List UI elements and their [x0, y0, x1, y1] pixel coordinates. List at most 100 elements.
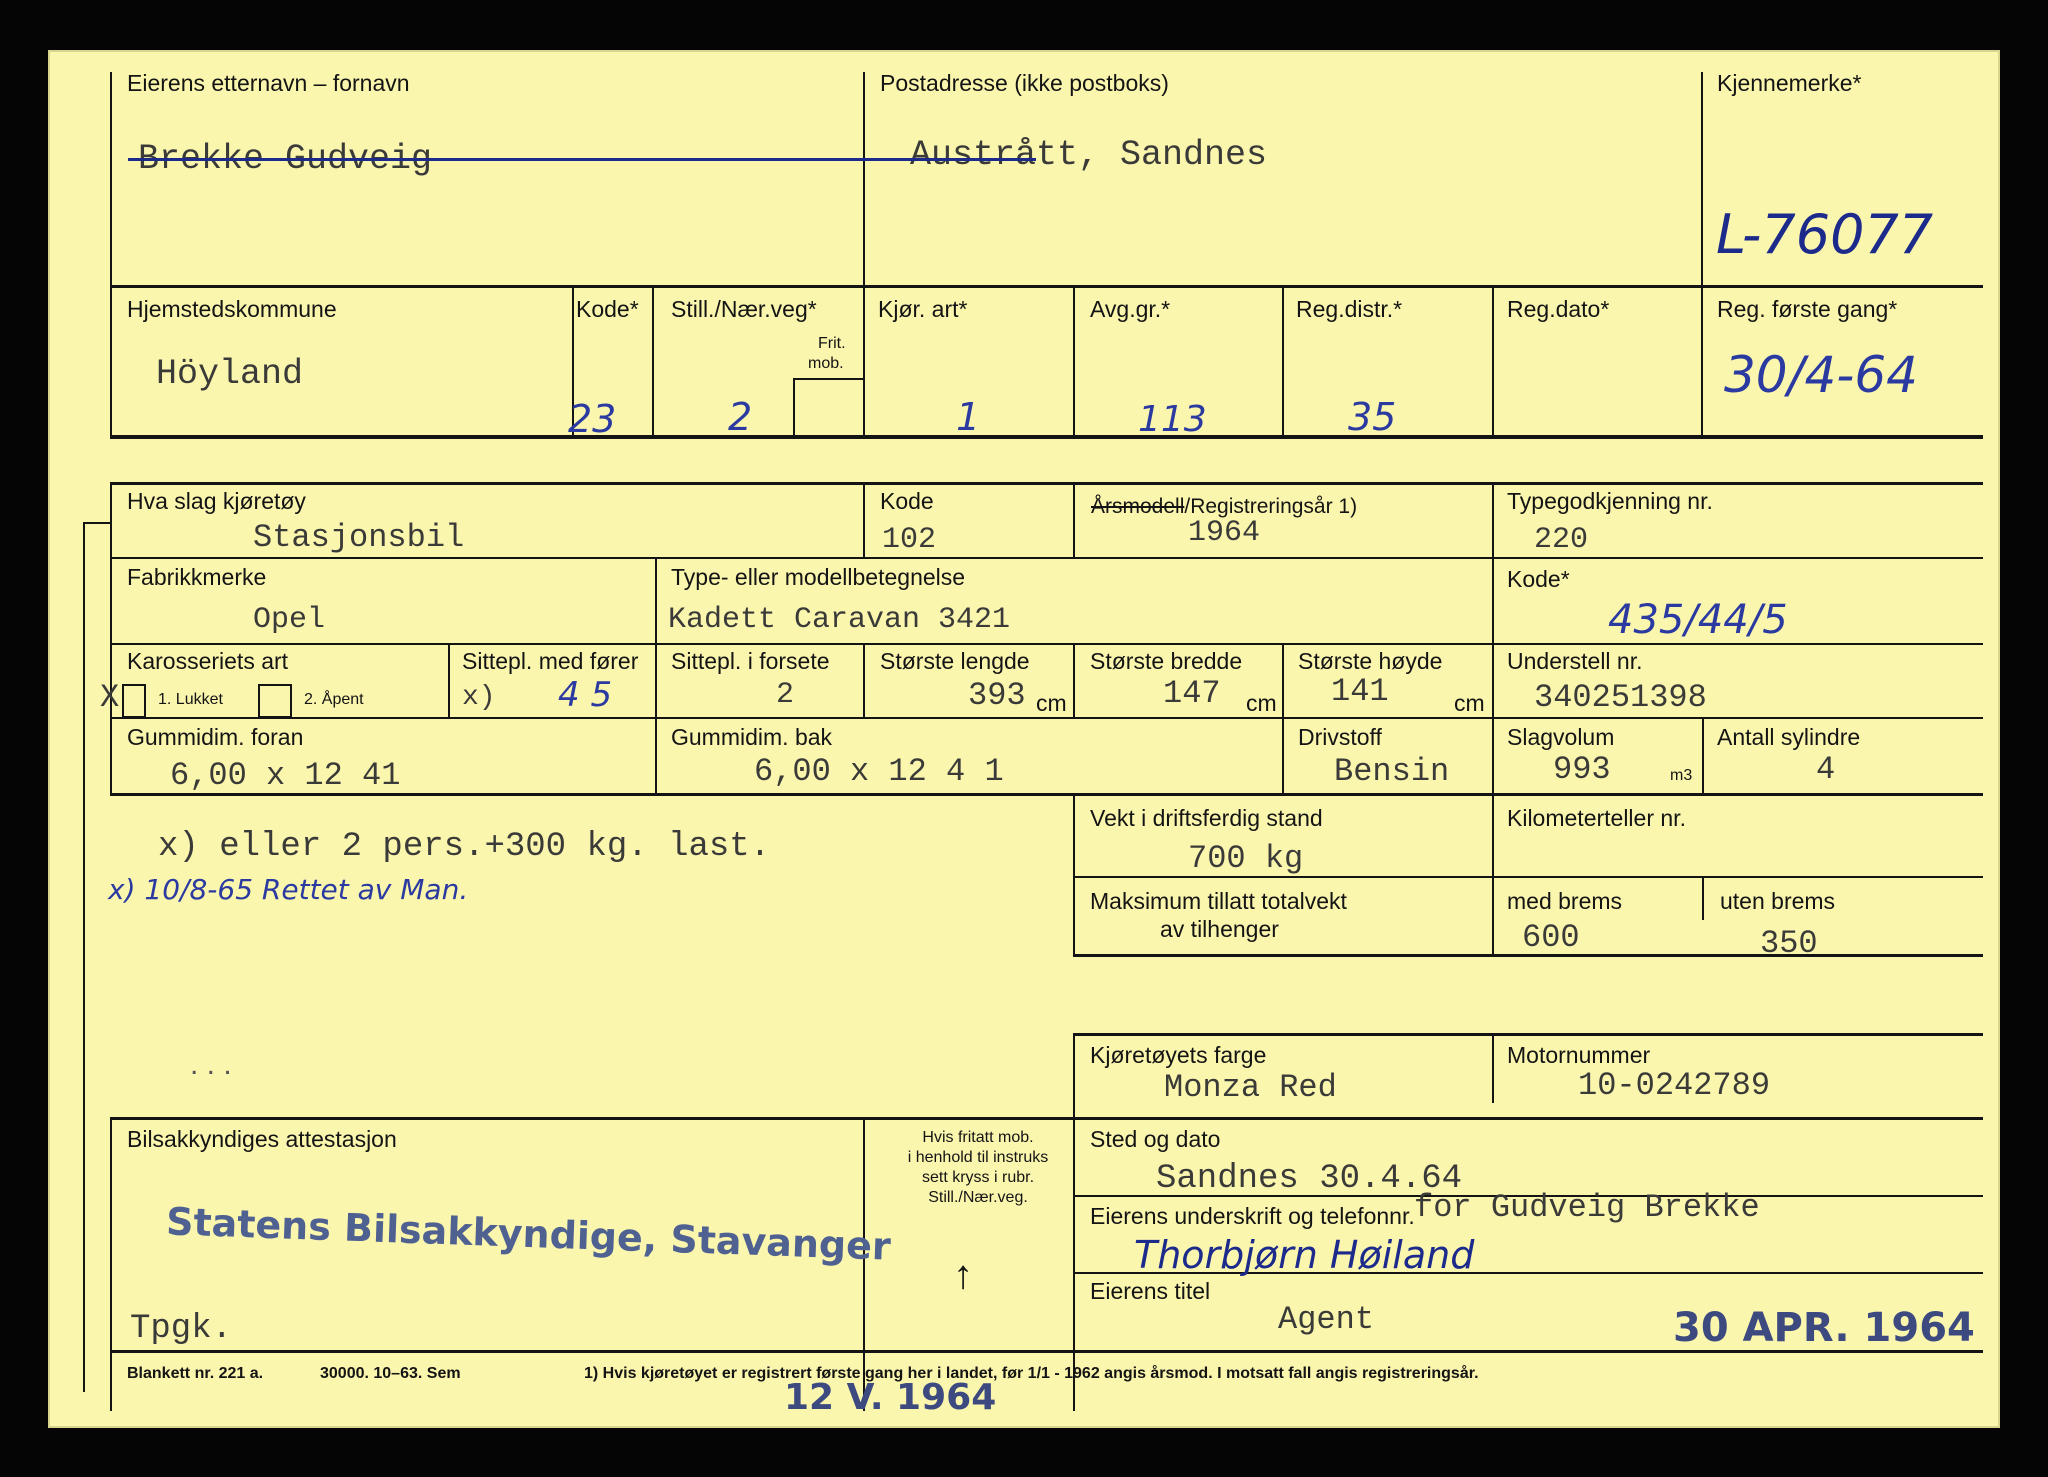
- vehicle-kode-label: Kode: [880, 488, 934, 514]
- model-label: Type- eller modellbetegnelse: [671, 564, 966, 590]
- typegodk-value: 220: [1534, 523, 1589, 557]
- inspector-stamp: Statens Bilsakkyndige, Stavanger: [165, 1199, 892, 1269]
- kode-value: 23: [568, 397, 617, 441]
- body-opt2: 2. Åpent: [304, 691, 364, 708]
- year-value: 1964: [1188, 516, 1261, 550]
- seats-label: Sittepl. med fører: [462, 648, 639, 674]
- make-label: Fabrikkmerke: [127, 564, 267, 590]
- seats-prefix: x): [462, 682, 496, 713]
- chassis-value: 340251398: [1534, 679, 1707, 716]
- note-line-4: Still./Nær.veg.: [928, 1189, 1028, 1206]
- regdistr-value: 35: [1348, 395, 1397, 439]
- nobrake-label: uten brems: [1720, 888, 1836, 914]
- kjor-value: 1: [956, 395, 981, 439]
- kode-label: Kode*: [576, 296, 639, 322]
- kode2-label: Kode*: [1507, 566, 1570, 592]
- plate-label: Kjennemerke*: [1717, 70, 1862, 96]
- frit-label-1: Frit.: [818, 335, 846, 352]
- typegodk-label: Typegodkjenning nr.: [1507, 488, 1713, 514]
- odometer-label: Kilometerteller nr.: [1507, 805, 1686, 831]
- width-value: 147: [1163, 675, 1221, 712]
- typed-note: x) eller 2 pers.+300 kg. last.: [158, 828, 771, 866]
- trailer-label-2: av tilhenger: [1160, 916, 1279, 942]
- date-stamp: 30 APR. 1964: [1673, 1305, 1975, 1351]
- attest-label: Bilsakkyndiges attestasjon: [127, 1126, 397, 1152]
- avg-value: 113: [1138, 399, 1207, 440]
- brake-value: 600: [1522, 919, 1580, 956]
- tire-back-label: Gummidim. bak: [671, 724, 833, 750]
- length-unit: cm: [1036, 690, 1067, 716]
- title-value: Agent: [1278, 1301, 1375, 1338]
- seats-value: 4 5: [558, 675, 613, 715]
- year-label-rest: /Registreringsår 1): [1184, 495, 1358, 518]
- municipality-label: Hjemstedskommune: [127, 296, 337, 322]
- regdistr-label: Reg.distr.*: [1296, 296, 1403, 322]
- engine-label: Motornummer: [1507, 1042, 1651, 1068]
- municipality-value: Höyland: [156, 354, 304, 394]
- footnote-text: 1) Hvis kjøretøyet er registrert første …: [584, 1365, 1479, 1382]
- regforste-value: 30/4-64: [1724, 346, 1918, 404]
- registration-card: Eierens etternavn – fornavn Brekke Gudve…: [48, 50, 2000, 1428]
- displacement-unit: m3: [1670, 767, 1693, 784]
- width-unit: cm: [1246, 690, 1277, 716]
- seats-front-value: 2: [776, 678, 795, 712]
- nobrake-value: 350: [1760, 925, 1818, 962]
- trailer-label-1: Maksimum tillatt totalvekt: [1090, 888, 1347, 914]
- strike-line: [128, 158, 1036, 161]
- signature-label: Eierens underskrift og telefonnr.: [1090, 1203, 1415, 1229]
- address-value: Austrått, Sandnes: [910, 135, 1268, 175]
- regdato-label: Reg.dato*: [1507, 296, 1610, 322]
- height-unit: cm: [1454, 690, 1485, 716]
- kjor-label: Kjør. art*: [878, 296, 968, 322]
- avg-label: Avg.gr.*: [1090, 296, 1171, 322]
- closed-checkbox: [122, 684, 146, 718]
- open-checkbox: [258, 684, 292, 718]
- vehicle-type-label: Hva slag kjøretøy: [127, 488, 306, 514]
- body-label: Karosseriets art: [127, 648, 289, 674]
- vehicle-kode-value: 102: [882, 523, 937, 557]
- plate-value: L-76077: [1716, 203, 1934, 266]
- body-opt1: 1. Lukket: [158, 691, 223, 708]
- weight-label: Vekt i driftsferdig stand: [1090, 805, 1323, 831]
- owner-signature: Thorbjørn Høiland: [1134, 1233, 1475, 1277]
- tire-back-value: 6,00 x 12 4 1: [754, 753, 1004, 790]
- note-line-3: sett kryss i rubr.: [921, 1169, 1035, 1186]
- brake-label: med brems: [1507, 888, 1623, 914]
- width-label: Største bredde: [1090, 648, 1243, 674]
- color-value: Monza Red: [1164, 1069, 1337, 1106]
- height-value: 141: [1331, 673, 1389, 710]
- title-label: Eierens titel: [1090, 1278, 1211, 1304]
- body-mark: X: [100, 679, 120, 716]
- frit-label-2: mob.: [808, 355, 844, 372]
- year-label: Årsmodell/Registreringsår 1): [1091, 496, 1357, 517]
- weight-value: 700 kg: [1188, 840, 1304, 877]
- blankett-text: Blankett nr. 221 a.: [127, 1365, 264, 1382]
- stray-dots: . . .: [190, 1048, 232, 1081]
- tire-front-label: Gummidim. foran: [127, 724, 304, 750]
- year-label-struck: Årsmodell: [1091, 495, 1185, 518]
- make-value: Opel: [253, 603, 326, 637]
- still-label: Still./Nær.veg*: [671, 296, 817, 322]
- displacement-label: Slagvolum: [1507, 724, 1615, 750]
- place-label: Sted og dato: [1090, 1126, 1221, 1152]
- cylinders-label: Antall sylindre: [1717, 724, 1861, 750]
- cylinders-value: 4: [1816, 751, 1836, 788]
- receipt-stamp: 12 V. 1964: [784, 1377, 997, 1418]
- note-line-1: Hvis fritatt mob.: [922, 1129, 1034, 1146]
- hand-note: x) 10/8-65 Rettet av Man.: [108, 873, 469, 906]
- chassis-label: Understell nr.: [1507, 648, 1643, 674]
- length-label: Største lengde: [880, 648, 1030, 674]
- seats-front-label: Sittepl. i forsete: [671, 648, 830, 674]
- engine-value: 10-0242789: [1578, 1067, 1771, 1104]
- note-line-2: i henhold til instruks: [907, 1149, 1049, 1166]
- still-value: 2: [728, 395, 753, 439]
- address-label: Postadresse (ikke postboks): [880, 70, 1169, 96]
- signature-for: for Gudveig Brekke: [1414, 1189, 1760, 1226]
- kode2-value: 435/44/5: [1608, 597, 1788, 643]
- fuel-value: Bensin: [1334, 753, 1450, 790]
- model-value: Kadett Caravan 3421: [668, 603, 1011, 637]
- height-label: Største høyde: [1298, 648, 1443, 674]
- color-label: Kjøretøyets farge: [1090, 1042, 1267, 1068]
- owner-name-label: Eierens etternavn – fornavn: [127, 70, 410, 96]
- print-text: 30000. 10–63. Sem: [320, 1365, 461, 1382]
